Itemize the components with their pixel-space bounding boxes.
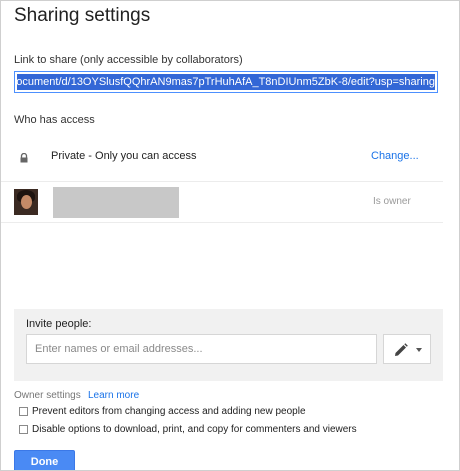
owner-settings-label: Owner settings xyxy=(14,390,81,401)
permission-dropdown-button[interactable] xyxy=(383,334,431,364)
link-share-input[interactable]: ocument/d/13OYSlusfQQhrAN9mas7pTrHuhAfA_… xyxy=(14,71,438,93)
invite-label: Invite people: xyxy=(26,318,92,330)
avatar xyxy=(14,189,38,215)
dialog-title: Sharing settings xyxy=(14,5,151,26)
sharing-dialog: Sharing settings Link to share (only acc… xyxy=(0,0,460,471)
disable-download-label: Disable options to download, print, and … xyxy=(32,424,357,435)
access-row-owner: Is owner xyxy=(1,182,443,223)
prevent-editors-label: Prevent editors from changing access and… xyxy=(32,406,306,417)
invite-input[interactable] xyxy=(26,334,377,364)
disable-download-checkbox[interactable] xyxy=(19,425,28,434)
change-access-link[interactable]: Change... xyxy=(371,150,419,162)
pencil-icon xyxy=(395,343,408,356)
who-has-access-heading: Who has access xyxy=(14,114,95,126)
lock-icon xyxy=(20,153,28,163)
chevron-down-icon xyxy=(416,348,422,352)
owner-role-text: Is owner xyxy=(373,196,411,207)
learn-more-link[interactable]: Learn more xyxy=(88,390,139,401)
link-share-label: Link to share (only accessible by collab… xyxy=(14,54,243,66)
redacted-owner-name xyxy=(53,187,179,218)
done-button[interactable]: Done xyxy=(14,450,75,470)
access-row-private: Private - Only you can access Change... xyxy=(1,135,443,182)
link-share-value: ocument/d/13OYSlusfQQhrAN9mas7pTrHuhAfA_… xyxy=(17,76,435,88)
private-access-text: Private - Only you can access xyxy=(51,150,197,162)
invite-panel: Invite people: xyxy=(14,309,443,381)
prevent-editors-checkbox[interactable] xyxy=(19,407,28,416)
